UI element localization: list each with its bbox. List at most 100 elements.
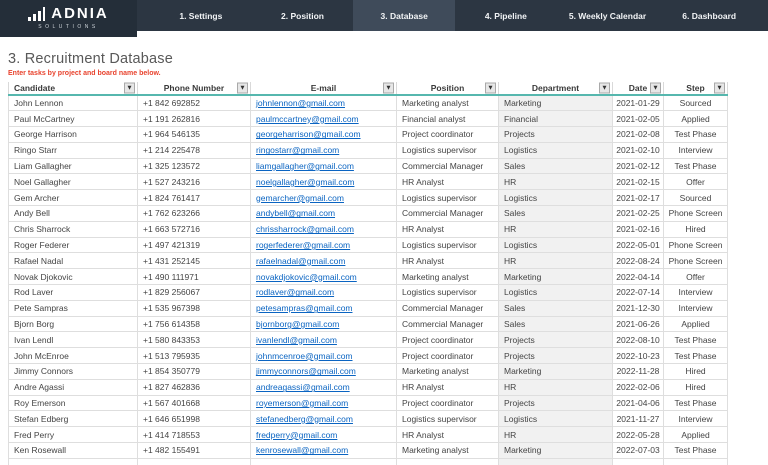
- cell-department: Sales: [499, 316, 613, 332]
- cell-candidate: Andre Agassi: [9, 379, 138, 395]
- cell-email: gemarcher@gmail.com: [251, 190, 397, 206]
- email-link[interactable]: liamgallagher@gmail.com: [256, 161, 354, 171]
- table-row: Chris Sharrock+1 663 572716chrissharrock…: [9, 221, 728, 237]
- email-link[interactable]: gemarcher@gmail.com: [256, 193, 344, 203]
- email-link[interactable]: novakdjokovic@gmail.com: [256, 272, 357, 282]
- page-content: 3. Recruitment Database Enter tasks by p…: [0, 31, 768, 465]
- empty-cell: [9, 458, 138, 465]
- cell-email: liamgallagher@gmail.com: [251, 158, 397, 174]
- email-link[interactable]: jimmyconnors@gmail.com: [256, 366, 356, 376]
- cell-department: Sales: [499, 300, 613, 316]
- filter-dropdown-button-position[interactable]: ▾: [485, 83, 496, 94]
- cell-phone-number: +1 827 462836: [138, 379, 251, 395]
- cell-position: Marketing analyst: [397, 443, 499, 459]
- cell-date: 2021-02-12: [613, 158, 664, 174]
- filter-dropdown-button-phone-number[interactable]: ▾: [237, 83, 248, 94]
- empty-cell: [251, 458, 397, 465]
- cell-position: Commercial Manager: [397, 316, 499, 332]
- tab-dashboard[interactable]: 6. Dashboard: [658, 0, 760, 31]
- cell-date: 2021-02-17: [613, 190, 664, 206]
- email-link[interactable]: royemerson@gmail.com: [256, 398, 348, 408]
- filter-dropdown-button-step[interactable]: ▾: [714, 83, 725, 94]
- email-link[interactable]: petesampras@gmail.com: [256, 303, 353, 313]
- email-link[interactable]: fredperry@gmail.com: [256, 430, 337, 440]
- cell-position: Logistics supervisor: [397, 285, 499, 301]
- table-row: Ivan Lendl+1 580 843353 ivanlendl@gmail.c…: [9, 332, 728, 348]
- email-link[interactable]: johnlennon@gmail.com: [256, 98, 345, 108]
- cell-step: Hired: [664, 379, 728, 395]
- email-link[interactable]: rafaelnadal@gmail.com: [256, 256, 345, 266]
- email-link[interactable]: paulmccartney@gmail.com: [256, 114, 359, 124]
- table-row: John McEnroe+1 513 795935johnmcenroe@gma…: [9, 348, 728, 364]
- filter-dropdown-button-department[interactable]: ▾: [599, 83, 610, 94]
- email-link[interactable]: rogerfederer@gmail.com: [256, 240, 350, 250]
- cell-email: johnmcenroe@gmail.com: [251, 348, 397, 364]
- email-link[interactable]: bjornborg@gmail.com: [256, 319, 339, 329]
- table-row: Roger Federer+1 497 421319rogerfederer@g…: [9, 237, 728, 253]
- brand-tagline: SOLUTIONS: [38, 24, 98, 30]
- cell-position: Commercial Manager: [397, 158, 499, 174]
- email-link[interactable]: johnmcenroe@gmail.com: [256, 351, 353, 361]
- nav-tabs: 1. Settings2. Position3. Database4. Pipe…: [150, 0, 760, 31]
- tab-position[interactable]: 2. Position: [252, 0, 354, 31]
- cell-step: Applied: [664, 111, 728, 127]
- cell-email: bjornborg@gmail.com: [251, 316, 397, 332]
- table-row: John Lennon+1 842 692852johnlennon@gmail…: [9, 95, 728, 111]
- email-link[interactable]: andreagassi@gmail.com: [256, 382, 350, 392]
- email-link[interactable]: ivanlendl@gmail.com: [256, 335, 337, 345]
- email-link[interactable]: kenrosewall@gmail.com: [256, 445, 348, 455]
- tab-database[interactable]: 3. Database: [353, 0, 455, 31]
- cell-email: jimmyconnors@gmail.com: [251, 364, 397, 380]
- cell-phone-number: +1 580 843353: [138, 332, 251, 348]
- cell-department: HR: [499, 427, 613, 443]
- table-row: Liam Gallagher+1 325 123572liamgallagher…: [9, 158, 728, 174]
- table-row: Novak Djokovic+1 490 111971novakdjokovic…: [9, 269, 728, 285]
- cell-candidate: Rod Laver: [9, 285, 138, 301]
- filter-dropdown-button-email[interactable]: ▾: [383, 83, 394, 94]
- cell-candidate: Andy Bell: [9, 206, 138, 222]
- cell-step: Hired: [664, 364, 728, 380]
- column-label-step: Step: [686, 83, 704, 93]
- cell-email: georgeharrison@gmail.com: [251, 127, 397, 143]
- table-row: Noel Gallagher+1 527 243216noelgallagher…: [9, 174, 728, 190]
- cell-position: Financial analyst: [397, 111, 499, 127]
- cell-date: 2021-02-10: [613, 142, 664, 158]
- email-link[interactable]: ringostarr@gmail.com: [256, 145, 339, 155]
- cell-email: andybell@gmail.com: [251, 206, 397, 222]
- cell-email: royemerson@gmail.com: [251, 395, 397, 411]
- column-header-position: Position▾: [397, 82, 499, 95]
- table-row: George Harrison+1 964 546135georgeharris…: [9, 127, 728, 143]
- column-label-candidate: Candidate: [14, 83, 55, 93]
- cell-candidate: Ivan Lendl: [9, 332, 138, 348]
- email-link[interactable]: rodlaver@gmail.com: [256, 287, 334, 297]
- cell-position: Logistics supervisor: [397, 142, 499, 158]
- filter-dropdown-button-date[interactable]: ▾: [650, 83, 661, 94]
- email-link[interactable]: noelgallagher@gmail.com: [256, 177, 354, 187]
- cell-department: Logistics: [499, 142, 613, 158]
- cell-candidate: Fred Perry: [9, 427, 138, 443]
- tab-pipeline[interactable]: 4. Pipeline: [455, 0, 557, 31]
- column-header-date: Date▾: [613, 82, 664, 95]
- cell-date: 2022-05-01: [613, 237, 664, 253]
- email-link[interactable]: georgeharrison@gmail.com: [256, 129, 361, 139]
- tab-settings[interactable]: 1. Settings: [150, 0, 252, 31]
- cell-phone-number: +1 646 651998: [138, 411, 251, 427]
- cell-email: ringostarr@gmail.com: [251, 142, 397, 158]
- cell-email: paulmccartney@gmail.com: [251, 111, 397, 127]
- email-link[interactable]: andybell@gmail.com: [256, 208, 335, 218]
- cell-date: 2021-02-16: [613, 221, 664, 237]
- cell-email: fredperry@gmail.com: [251, 427, 397, 443]
- cell-date: 2022-07-14: [613, 285, 664, 301]
- email-link[interactable]: stefanedberg@gmail.com: [256, 414, 353, 424]
- cell-candidate: George Harrison: [9, 127, 138, 143]
- cell-candidate: Gem Archer: [9, 190, 138, 206]
- email-link[interactable]: chrissharrock@gmail.com: [256, 224, 354, 234]
- cell-email: johnlennon@gmail.com: [251, 95, 397, 111]
- filter-dropdown-button-candidate[interactable]: ▾: [124, 83, 135, 94]
- empty-row: [9, 458, 728, 465]
- cell-date: 2021-06-26: [613, 316, 664, 332]
- cell-candidate: Paul McCartney: [9, 111, 138, 127]
- cell-phone-number: +1 527 243216: [138, 174, 251, 190]
- tab-weekly-calendar[interactable]: 5. Weekly Calendar: [557, 0, 659, 31]
- cell-phone-number: +1 842 692852: [138, 95, 251, 111]
